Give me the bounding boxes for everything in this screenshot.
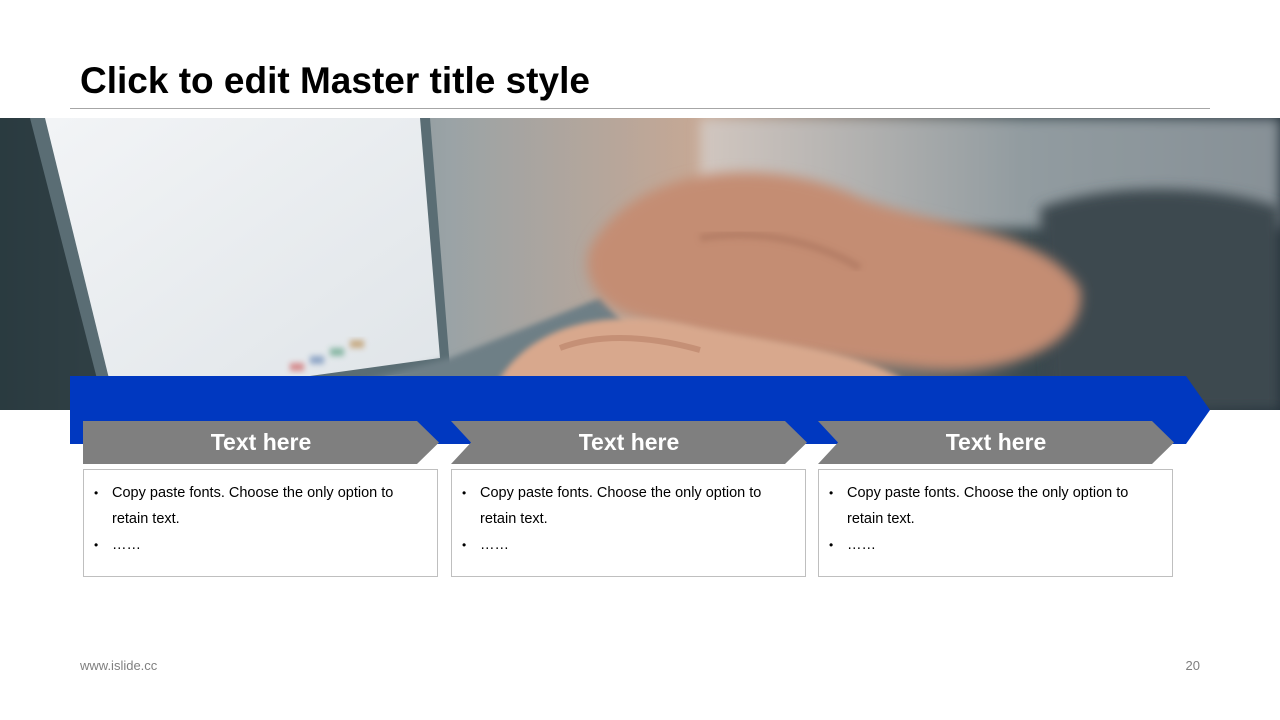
bullet-item: ……	[462, 532, 791, 558]
bullet-item: ……	[94, 532, 423, 558]
slide-title: Click to edit Master title style	[80, 60, 590, 101]
bullet-item: Copy paste fonts. Choose the only option…	[94, 480, 423, 532]
bullet-item: Copy paste fonts. Choose the only option…	[462, 480, 791, 532]
bullet-list: Copy paste fonts. Choose the only option…	[829, 480, 1158, 558]
column-3-heading: Text here	[818, 421, 1174, 464]
title-divider	[70, 108, 1210, 109]
page-number: 20	[1185, 658, 1200, 673]
column-2-textbox[interactable]: Copy paste fonts. Choose the only option…	[451, 469, 806, 577]
column-heading-label: Text here	[945, 429, 1047, 455]
column-1-heading: Text here	[83, 421, 439, 464]
bullet-list: Copy paste fonts. Choose the only option…	[462, 480, 791, 558]
laptop-typing-photo-icon	[0, 118, 1280, 410]
hero-photo	[0, 118, 1280, 410]
footer-url: www.islide.cc	[80, 658, 158, 673]
column-3-textbox[interactable]: Copy paste fonts. Choose the only option…	[818, 469, 1173, 577]
bullet-item: ……	[829, 532, 1158, 558]
bullet-item: Copy paste fonts. Choose the only option…	[829, 480, 1158, 532]
column-heading-label: Text here	[210, 429, 312, 455]
column-2-heading: Text here	[451, 421, 807, 464]
column-heading-label: Text here	[578, 429, 680, 455]
column-1-textbox[interactable]: Copy paste fonts. Choose the only option…	[83, 469, 438, 577]
bullet-list: Copy paste fonts. Choose the only option…	[94, 480, 423, 558]
